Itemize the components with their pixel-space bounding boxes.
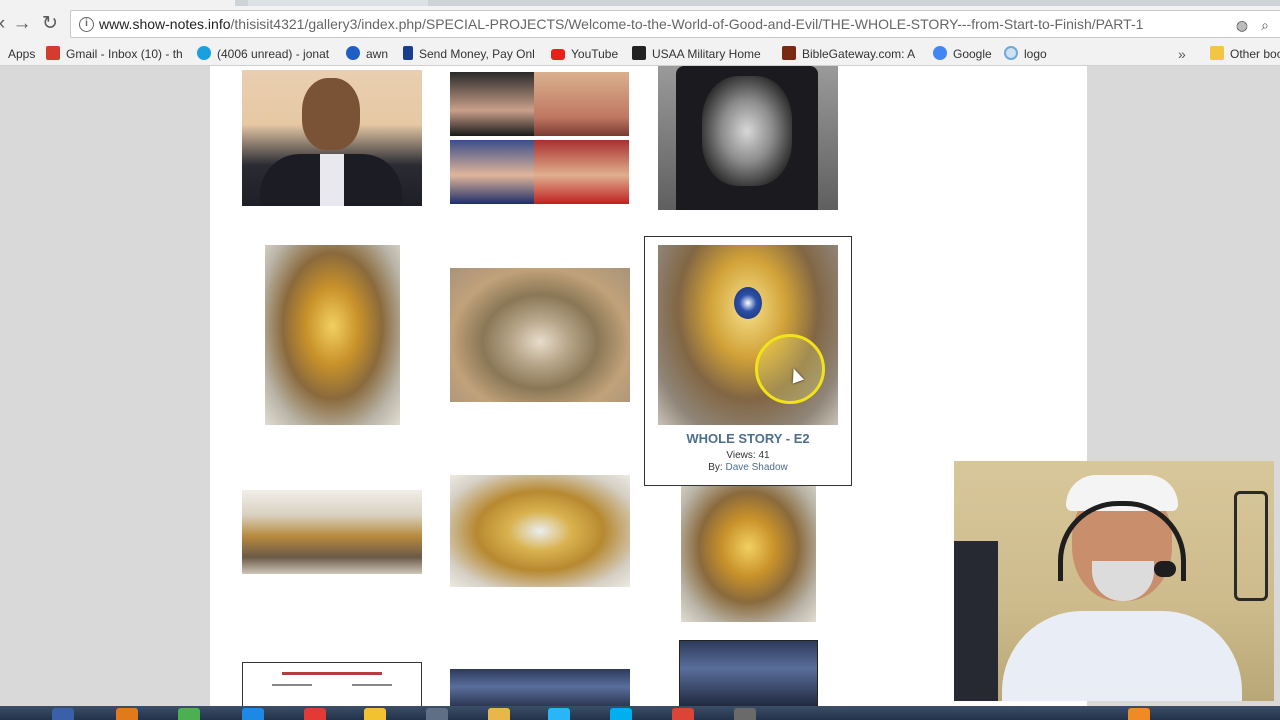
paypal-icon	[403, 46, 413, 60]
awn-icon	[346, 46, 360, 60]
folder-icon	[1210, 46, 1224, 60]
item-title[interactable]: WHOLE STORY - E2	[645, 431, 851, 446]
youtube-icon	[551, 49, 565, 60]
gallery-thumb-altar-1[interactable]	[265, 245, 400, 425]
gallery-thumb-blue-2[interactable]	[679, 640, 818, 706]
taskbar-capture-icon[interactable]	[734, 708, 756, 720]
taskbar-app-icon[interactable]	[178, 708, 200, 720]
wall-rack-icon	[1234, 491, 1268, 601]
taskbar-folder-icon[interactable]	[488, 708, 510, 720]
bookmarks-bar: Apps Gmail - Inbox (10) - th (4006 unrea…	[0, 42, 1280, 66]
gallery-thumb-altar-3[interactable]	[681, 486, 816, 622]
taskbar-office-icon[interactable]	[304, 708, 326, 720]
gallery-thumb-collage[interactable]	[450, 70, 630, 206]
microphone-icon	[1154, 561, 1176, 577]
bookmark-awn[interactable]: awn	[346, 44, 396, 64]
bookmark-google[interactable]: Google	[933, 44, 997, 64]
taskbar-tray-icon[interactable]	[1128, 708, 1150, 720]
webcam-overlay	[954, 461, 1274, 701]
taskbar-ie-icon[interactable]	[242, 708, 264, 720]
taskbar-browser-icon[interactable]	[548, 708, 570, 720]
taskbar-firefox-icon[interactable]	[116, 708, 138, 720]
item-author-line: By: Dave Shadow	[708, 462, 788, 473]
taskbar-ebay-icon[interactable]	[364, 708, 386, 720]
bookmark-youtube[interactable]: YouTube	[551, 44, 623, 64]
google-icon	[933, 46, 947, 60]
taskbar-chrome-icon[interactable]	[672, 708, 694, 720]
biblegateway-icon	[782, 46, 796, 60]
gallery-thumb-tshirt[interactable]	[658, 66, 838, 210]
taskbar-media-icon[interactable]	[426, 708, 448, 720]
address-url[interactable]: www.show-notes.info/thisisit4321/gallery…	[99, 16, 1143, 32]
translate-icon[interactable]: ◍	[1234, 17, 1250, 33]
bookmarks-overflow-icon[interactable]: »	[1178, 44, 1186, 64]
search-icon[interactable]: ⌕	[1257, 17, 1273, 33]
bookmark-other[interactable]: Other boo	[1210, 44, 1280, 64]
gallery-thumb-ram[interactable]	[450, 268, 630, 402]
gallery-thumb-altar-2[interactable]	[450, 475, 630, 587]
gallery-thumb-obama[interactable]	[242, 70, 422, 206]
browser-toolbar: ‹ → ↻ i www.show-notes.info/thisisit4321…	[0, 6, 1280, 42]
url-path: /thisisit4321/gallery3/index.php/SPECIAL…	[230, 16, 1144, 32]
bookmark-logo[interactable]: logo	[1004, 44, 1054, 64]
bookmark-biblegateway[interactable]: BibleGateway.com: A	[782, 44, 920, 64]
att-icon	[197, 46, 211, 60]
logo-icon	[1004, 46, 1018, 60]
address-bar[interactable]: i www.show-notes.info/thisisit4321/galle…	[70, 10, 1280, 38]
bookmark-paypal[interactable]: Send Money, Pay Onl	[403, 44, 541, 64]
forward-icon[interactable]: →	[10, 12, 34, 36]
item-views: Views: 41	[726, 450, 770, 461]
author-link[interactable]: Dave Shadow	[725, 462, 787, 473]
gallery-thumb-altar-featured[interactable]	[658, 245, 838, 425]
gallery-thumb-basilica-wide[interactable]	[242, 490, 422, 574]
usaa-icon	[632, 46, 646, 60]
bookmark-apps[interactable]: Apps	[0, 44, 40, 64]
taskbar-skype-icon[interactable]	[610, 708, 632, 720]
bookmark-gmail[interactable]: Gmail - Inbox (10) - th	[46, 44, 186, 64]
bookmark-att[interactable]: (4006 unread) - jonat	[197, 44, 337, 64]
gmail-icon	[46, 46, 60, 60]
taskbar-explorer-icon[interactable]	[52, 708, 74, 720]
site-info-icon[interactable]: i	[79, 17, 94, 32]
bookmark-usaa[interactable]: USAA Military Home	[632, 44, 767, 64]
reload-icon[interactable]: ↻	[38, 12, 62, 36]
gallery-thumb-diagram[interactable]	[242, 662, 422, 706]
os-taskbar	[0, 706, 1280, 720]
url-host: www.show-notes.info	[99, 16, 231, 32]
gallery-thumb-blue-1[interactable]	[450, 669, 630, 706]
dove-window-icon	[734, 287, 762, 319]
